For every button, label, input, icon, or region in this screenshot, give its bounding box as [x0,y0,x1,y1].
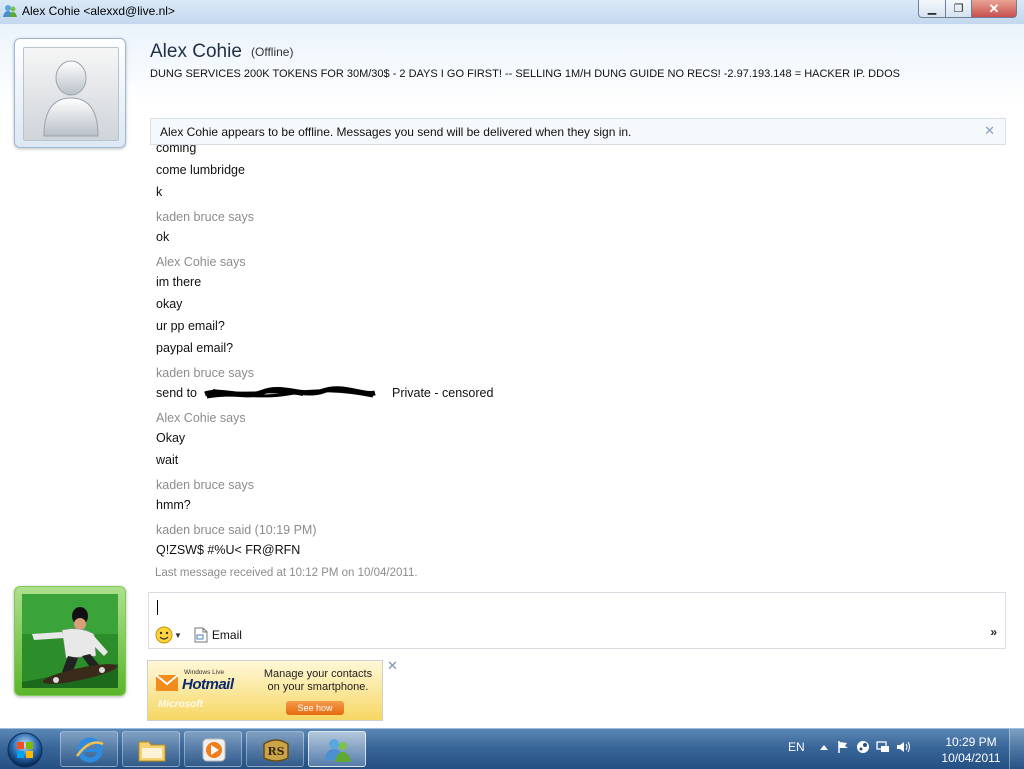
sender-header: Alex Cohie says [156,255,246,269]
message-line: come lumbridge [156,163,245,177]
media-player-icon [202,738,226,762]
conversation-history[interactable]: coming come lumbridge k kaden bruce says… [150,145,1006,591]
email-button[interactable]: Email [194,627,242,643]
network-icon[interactable] [876,740,890,754]
close-button[interactable]: ✕ [971,0,1017,18]
ad-brand: Hotmail [182,676,234,693]
text-cursor [157,600,158,615]
sender-header: kaden bruce said (10:19 PM) [156,523,317,537]
messenger-icon [3,5,17,17]
more-options-icon[interactable]: » [990,625,997,639]
message-line: hmm? [156,498,191,512]
minimize-button[interactable]: ▁ [918,0,946,18]
taskbar-runescape[interactable]: RS [246,731,304,767]
message-line: send to Private - censored [156,382,996,404]
system-clock[interactable]: 10:29 PM 10/04/2011 [936,734,1006,766]
document-icon [194,627,208,643]
close-icon[interactable]: ✕ [984,123,995,139]
message-line: ur pp email? [156,319,225,333]
hotmail-logo-icon [155,674,179,691]
steam-icon[interactable] [856,740,870,754]
window-title-bar[interactable]: Alex Cohie <alexxd@live.nl> ▁ ❐ ✕ [0,0,1024,24]
taskbar-explorer[interactable] [122,731,180,767]
contact-avatar[interactable] [14,38,126,148]
message-prefix: send to [156,386,198,400]
language-indicator[interactable]: EN [788,740,805,754]
message-line: okay [156,297,183,311]
clock-time: 10:29 PM [945,735,997,749]
my-avatar[interactable] [14,586,126,696]
taskbar-messenger[interactable] [308,731,366,767]
ad-copy: Manage your contacts on your smartphone. [263,668,373,693]
sender-header: kaden bruce says [156,210,254,224]
clock-date: 10/04/2011 [941,751,1001,765]
svg-text:RS: RS [267,745,284,758]
show-desktop-button[interactable] [1009,729,1024,769]
contact-name: Alex Cohie [150,41,242,62]
action-center-flag-icon[interactable] [836,740,850,754]
message-line: Q!ZSW$ #%U< FR@RFN [156,543,301,557]
contact-status: (Offline) [251,45,294,59]
runescape-icon: RS [263,739,289,762]
ad-brand-small: Windows Live [184,669,225,676]
folder-icon [138,741,166,762]
default-user-icon [43,60,99,137]
hotmail-ad[interactable]: Windows Live Hotmail Microsoft Manage yo… [147,660,383,721]
censored-label: Private - censored [391,386,494,400]
emoticon-icon[interactable] [155,626,173,644]
internet-explorer-icon [75,737,104,763]
chevron-down-icon[interactable]: ▼ [174,631,182,640]
skateboarder-picture [22,594,118,688]
volume-icon[interactable] [896,740,912,754]
offline-notice: Alex Cohie appears to be offline. Messag… [150,118,1006,145]
ad-microsoft-logo: Microsoft [158,699,203,710]
close-icon[interactable]: ✕ [387,658,398,674]
see-how-button[interactable]: See how [286,701,344,715]
start-button[interactable] [6,731,44,769]
sender-header: kaden bruce says [156,478,254,492]
last-message-received: Last message received at 10:12 PM on 10/… [155,567,418,579]
window-title: Alex Cohie <alexxd@live.nl> [22,4,175,18]
message-line: ok [156,230,170,244]
message-line: coming [156,145,197,155]
messenger-icon [325,739,351,762]
message-line: Okay [156,431,186,445]
message-line: paypal email? [156,341,234,355]
sender-header: kaden bruce says [156,366,254,380]
personal-message: DUNG SERVICES 200K TOKENS FOR 30M/30$ - … [150,68,900,80]
taskbar: RS EN 10:29 PM 10/04/2011 [0,728,1024,769]
message-input[interactable] [155,597,979,617]
message-line: k [156,185,163,199]
sender-header: Alex Cohie says [156,411,246,425]
redaction-scribble [203,385,376,399]
compose-area[interactable]: ▼ Email » [148,592,1006,649]
system-tray [818,740,912,754]
message-line: wait [156,453,179,467]
conversation-window: Alex Cohie (Offline) DUNG SERVICES 200K … [0,24,1024,728]
taskbar-internet-explorer[interactable] [60,731,118,767]
chevron-up-icon[interactable] [818,740,830,754]
maximize-button[interactable]: ❐ [945,0,972,18]
email-button-label: Email [211,628,242,642]
compose-toolbar: ▼ Email [155,625,242,645]
taskbar-media-player[interactable] [184,731,242,767]
message-line: im there [156,275,202,289]
offline-notice-text: Alex Cohie appears to be offline. Messag… [160,125,632,139]
